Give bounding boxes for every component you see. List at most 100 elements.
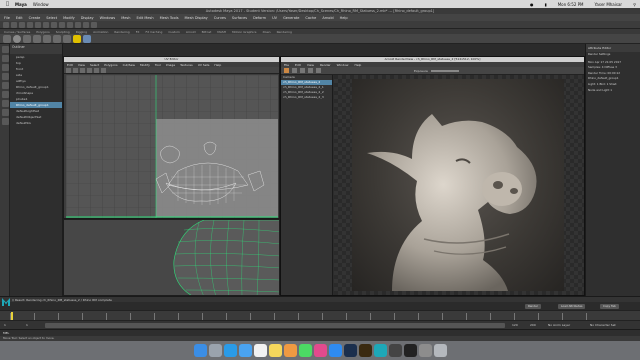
uv-scale-icon[interactable] — [87, 67, 92, 73]
shelf-tab[interactable]: MASH — [217, 30, 226, 34]
trash-icon[interactable] — [433, 344, 447, 357]
redo-icon[interactable] — [43, 21, 49, 28]
menubar-app[interactable]: Maya — [15, 2, 27, 7]
render-view-menu-item[interactable]: Edit — [295, 63, 301, 67]
menu-item[interactable]: Curves — [214, 16, 226, 20]
render-view-menu-item[interactable]: Window — [337, 63, 349, 67]
finder-icon[interactable] — [193, 344, 207, 357]
preferences-icon[interactable] — [418, 344, 432, 357]
uv-menu-item[interactable]: Help — [214, 63, 221, 67]
menu-item[interactable]: Cache — [305, 16, 316, 20]
cylinder-icon[interactable] — [33, 34, 41, 43]
uv-checker-icon[interactable] — [94, 67, 99, 73]
layout-four-icon[interactable] — [1, 109, 9, 116]
select-object-icon[interactable] — [59, 21, 65, 28]
render-view-menu-item[interactable]: File — [284, 63, 289, 67]
uv-menu-item[interactable]: Modify — [140, 63, 150, 67]
ipr-render-icon[interactable] — [91, 21, 97, 28]
open-scene-icon[interactable] — [19, 21, 25, 28]
command-line[interactable]: MEL — [0, 329, 640, 336]
user-name[interactable]: Yaser Mhaisar — [595, 2, 623, 7]
uv-grid[interactable] — [66, 75, 278, 218]
select-hierarchy-icon[interactable] — [51, 21, 57, 28]
new-scene-icon[interactable] — [11, 21, 17, 28]
shelf-tab[interactable]: Arnold — [186, 30, 196, 34]
mail-icon[interactable] — [238, 344, 252, 357]
uv-menu-item[interactable]: View — [78, 63, 85, 67]
shelf-tab[interactable]: Rendering — [114, 30, 129, 34]
shelf-settings-icon[interactable] — [3, 34, 11, 43]
shelf-tab[interactable]: Animation — [93, 30, 108, 34]
range-bar[interactable] — [45, 323, 505, 328]
notes-icon[interactable] — [268, 344, 282, 357]
uv-grid-icon[interactable] — [101, 67, 106, 73]
uv-menu-item[interactable]: Select — [90, 63, 99, 67]
time-slider[interactable] — [0, 310, 640, 321]
mode-dropdown[interactable] — [3, 21, 9, 28]
menu-item[interactable]: Arnold — [322, 16, 333, 20]
range-start-2[interactable]: 1 — [26, 323, 28, 327]
rgb-channel-icon[interactable] — [316, 68, 321, 73]
menu-item[interactable]: Mesh Tools — [160, 16, 179, 20]
copy-tab-button[interactable]: Copy Tab — [600, 304, 619, 309]
clock[interactable]: Mon 6:52 PM — [558, 2, 584, 7]
menu-item[interactable]: Select — [46, 16, 57, 20]
shelf-tab[interactable]: Sculpting — [56, 30, 70, 34]
snap-curve-icon[interactable] — [75, 21, 81, 28]
anim-layer[interactable]: No Anim Layer — [548, 323, 570, 327]
illustrator-icon[interactable] — [358, 344, 372, 357]
appstore-icon[interactable] — [328, 344, 342, 357]
select-tool-icon[interactable] — [1, 46, 9, 53]
outliner-item[interactable]: defaultSG — [10, 120, 62, 126]
render-camera-item[interactable]: ch_Rhino_RM_statuess_2_3 — [281, 95, 332, 100]
range-start[interactable]: 1 — [4, 323, 6, 327]
uv-menu-item[interactable]: Polygons — [104, 63, 117, 67]
snap-grid-icon[interactable] — [67, 21, 73, 28]
messages-icon[interactable] — [298, 344, 312, 357]
render-frame-icon[interactable] — [83, 21, 89, 28]
menu-item[interactable]: Display — [81, 16, 94, 20]
render-button[interactable]: Render — [525, 304, 541, 309]
shelf-tab[interactable]: FX — [136, 30, 140, 34]
move-tool-icon[interactable] — [1, 73, 9, 80]
exposure-slider[interactable] — [430, 69, 459, 72]
shelf-tab[interactable]: Rendering — [277, 30, 292, 34]
shelf-tab[interactable]: Curves / Surfaces — [4, 30, 30, 34]
character-set[interactable]: No Character Set — [590, 323, 616, 327]
cone-icon[interactable] — [43, 34, 51, 43]
terminal-icon[interactable] — [403, 344, 417, 357]
menu-item[interactable]: Modify — [63, 16, 75, 20]
safari-icon[interactable] — [223, 344, 237, 357]
menu-item[interactable]: File — [4, 16, 10, 20]
snapshot-icon[interactable] — [308, 68, 313, 73]
uv-menu-item[interactable]: Edit — [67, 63, 73, 67]
uv-menu-item[interactable]: UV Sets — [198, 63, 210, 67]
menu-item[interactable]: Edit — [16, 16, 23, 20]
battery-icon[interactable]: ▮ — [544, 2, 546, 7]
menu-item[interactable]: Deform — [253, 16, 266, 20]
rotate-tool-icon[interactable] — [1, 82, 9, 89]
menu-item[interactable]: Edit Mesh — [136, 16, 153, 20]
plane-icon[interactable] — [53, 34, 61, 43]
launchpad-icon[interactable] — [208, 344, 222, 357]
zbrush-icon[interactable] — [388, 344, 402, 357]
menu-item[interactable]: Mesh — [121, 16, 130, 20]
shelf-tab[interactable]: Motion Graphics — [232, 30, 256, 34]
shelf-tab[interactable]: Bifrost — [202, 30, 212, 34]
rendered-image[interactable] — [352, 79, 564, 291]
arnold-icon[interactable] — [83, 34, 91, 43]
torus-icon[interactable] — [63, 34, 71, 43]
uv-move-icon[interactable] — [73, 67, 78, 73]
scale-tool-icon[interactable] — [1, 91, 9, 98]
search-icon[interactable]: ⚲ — [633, 2, 636, 7]
shelf-tab[interactable]: Polygons — [36, 30, 49, 34]
perspective-viewport[interactable] — [63, 219, 280, 296]
menu-item[interactable]: Help — [340, 16, 348, 20]
range-end[interactable]: 120 — [512, 323, 518, 327]
menu-item[interactable]: Surfaces — [232, 16, 247, 20]
current-time-marker[interactable] — [11, 312, 13, 320]
cmd-language[interactable]: MEL — [3, 331, 9, 335]
render-icon[interactable] — [284, 68, 289, 73]
uv-select-icon[interactable] — [66, 67, 71, 73]
layout-two-icon[interactable] — [1, 118, 9, 125]
